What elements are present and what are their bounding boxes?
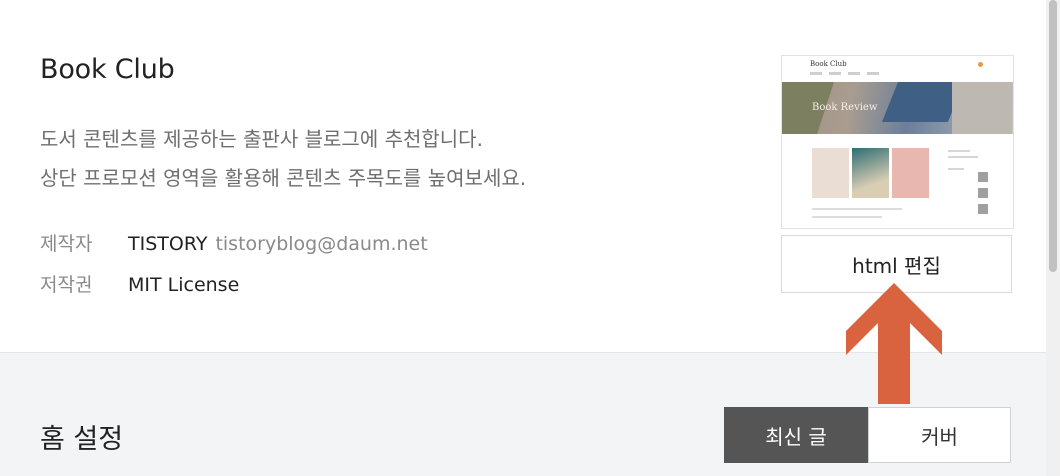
home-settings-title: 홈 설정 bbox=[40, 424, 124, 455]
author-label: 제작자 bbox=[40, 233, 93, 255]
thumbnail-book-card bbox=[812, 148, 849, 198]
author-name: TISTORY bbox=[128, 233, 208, 255]
theme-description-line: 상단 프로모션 영역을 활용해 콘텐츠 주목도를 높여보세요. bbox=[40, 166, 527, 190]
thumbnail-hero-title: Book Review bbox=[812, 102, 878, 113]
thumbnail-book-card bbox=[852, 148, 889, 198]
thumbnail-body bbox=[782, 134, 1013, 228]
license-label: 저작권 bbox=[40, 274, 93, 296]
thumbnail-hero: Book Review bbox=[782, 82, 1013, 134]
theme-description: 도서 콘텐츠를 제공하는 출판사 블로그에 추천합니다. 상단 프로모션 영역을… bbox=[40, 120, 760, 198]
thumbnail-book-card bbox=[892, 148, 929, 198]
theme-description-line: 도서 콘텐츠를 제공하는 출판사 블로그에 추천합니다. bbox=[40, 127, 483, 151]
thumbnail-nav bbox=[810, 72, 880, 75]
home-option-latest-posts[interactable]: 최신 글 bbox=[724, 407, 868, 463]
author-email: tistoryblog@daum.net bbox=[215, 233, 428, 255]
author-row: 제작자 TISTORY tistoryblog@daum.net bbox=[40, 229, 428, 256]
thumbnail-logo: Book Club bbox=[810, 60, 847, 68]
theme-name: Book Club bbox=[40, 54, 175, 85]
thumbnail-profile-dot bbox=[978, 62, 983, 67]
theme-thumbnail: Book Club Book Review bbox=[781, 55, 1014, 229]
arrow-up-icon bbox=[846, 283, 942, 404]
home-option-cover[interactable]: 커버 bbox=[868, 407, 1011, 463]
scrollbar-thumb[interactable] bbox=[1049, 0, 1057, 272]
home-settings-toggle: 최신 글 커버 bbox=[724, 407, 1011, 463]
license-value: MIT License bbox=[128, 274, 240, 296]
thumbnail-header: Book Club bbox=[782, 56, 1013, 82]
license-row: 저작권 MIT License bbox=[40, 270, 239, 297]
